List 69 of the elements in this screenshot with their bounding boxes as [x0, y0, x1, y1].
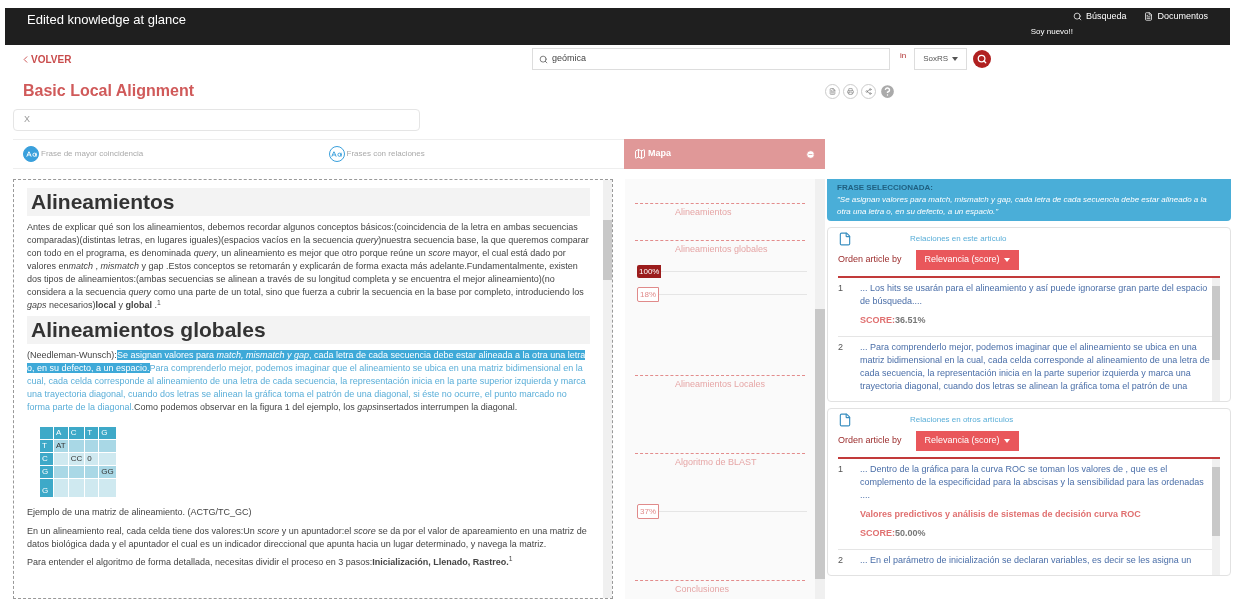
- document-icon: [1144, 12, 1154, 22]
- result-item[interactable]: 2 ... En el parámetro de inicialización se declaran variables, es decir se les asigna un: [838, 548, 1212, 575]
- scrollbar[interactable]: [1212, 458, 1220, 575]
- sort-dropdown[interactable]: Relevancia (score): [915, 430, 1019, 451]
- caret-icon: [1003, 438, 1010, 443]
- scrollbar[interactable]: [815, 179, 825, 599]
- result-number: 2: [838, 340, 844, 354]
- text-icon: [23, 146, 39, 162]
- map-section-label[interactable]: Alineamientos globales: [675, 243, 805, 257]
- paragraph: En un alineamiento real, cada celda tiene dos valores:Un score y un apuntador:el score se da por el valor de apareamiento en una matriz de datos biológica dada y el apuntador el cual es un indicador direccional que apunta hacia un lugar determinado, y navega la matriz.: [27, 524, 588, 551]
- source-article-link[interactable]: Valores predictivos y análisis de sistemas de decisión curva ROC: [860, 507, 1212, 521]
- result-number: 2: [838, 553, 844, 567]
- nav-link[interactable]: Búsqueda: [1072, 10, 1127, 24]
- result-snippet: ... En el parámetro de inicialización se declaran variables, es decir se les asigna un: [860, 553, 1193, 567]
- selected-phrase-text: "Se asignan valores para match, mismatch y gap, cada letra de cada secuencia debe estar alineado a la otra una letra o, en su defecto, a un espacio.": [837, 194, 1208, 218]
- result-snippet: ... Dentro de la gráfica para la curva ROC se toman los valores de , que es el complemento de la especificidad para la abscisas y la sensibilidad para las ordenadas ....: [860, 462, 1205, 502]
- sort-dropdown[interactable]: Relevancia (score): [915, 250, 1019, 270]
- section-heading: Alineamientos: [27, 188, 590, 216]
- text-icon: [328, 146, 345, 162]
- match-marker[interactable]: 18%: [637, 287, 659, 302]
- map-section-label[interactable]: Conclusiones: [675, 583, 805, 597]
- user-note: Soy nuevo!!: [1030, 25, 1073, 38]
- card-title: Relaciones en otros artículos: [910, 413, 1014, 426]
- scrollbar[interactable]: [603, 180, 612, 598]
- search-button[interactable]: [973, 50, 992, 68]
- result-number: 1: [838, 462, 844, 476]
- page-title: Basic Local Alignment: [23, 81, 195, 101]
- map-icon: [634, 148, 646, 160]
- match-marker[interactable]: 37%: [637, 504, 659, 519]
- matrix-cell: CC: [68, 452, 85, 466]
- scope-label: in: [900, 50, 907, 62]
- panel-label: FRASE SELECCIONADA:: [837, 182, 934, 194]
- paragraph: Para entender el algoritmo de forma detallada, necesitas dividir el proceso en 3 pasos:Inicialización, Llenado, Rastreo.$^{1}$: [27, 555, 514, 569]
- score-text: SCORE:36.51%: [860, 314, 927, 327]
- document-icon: [838, 232, 852, 246]
- match-marker[interactable]: 100%: [637, 265, 662, 278]
- result-number: 1: [838, 282, 844, 295]
- map-section-label[interactable]: Alineamientos: [675, 206, 805, 220]
- tab[interactable]: Frases con relaciones: [318, 140, 624, 168]
- search-icon: [539, 54, 548, 64]
- paragraph: Antes de explicar qué son los alineamientos, debemos recordar algunos conceptos básicos:(coincidencia de la letra en ambas secuencias comparadas)(distintas letras, en lugares iguales)(espacios vacíos en la secuencia query)nuestra secuencia base, la que queremos comparar con todo en el programa, es denominada query, un alineamiento es mejor que otro porque reúne un score mayor, el cual está dado por valores enmatch , mismatch y gap .Estos conceptos se retomarán y explicarán de forma exacta más adelante.Fundamentalmente, existen dos tipos de alineamientos:(ambas secuencias se alinean a través de su longitud completa y se encuentra el mejor alineamiento)(no considera a la secuencia query como una parte de un total, sino que fuerza a cubrir la secuencia en la base por completo, introduciendo los gaps necesarios)local y global .$^{1}$: [27, 221, 590, 312]
- score-text: SCORE:50.00%: [860, 527, 927, 540]
- paragraph: (Needleman-Wunsch):Se asignan valores para match, mismatch y gap, cada letra de cada secuencia debe estar alineada a la otra una letra o, en su defecto, a un espacio.Para comprenderlo mejor, podemos imaginar que el alineamiento se ubica en una matriz bidimensional en la cual, cada celda corresponde al alineamiento de una letra de cada secuencia, la representación inicia en la parte superior izquierda y marca una trayectoria diagonal, cuando dos letras se alinean la gráfica toma el patrón de una diagonal, si éste no ocurre, el punto marcado no forma parte de la diagonal.Como podemos observar en la figura 1 del ejemplo, los gapsinsertados interrumpen la diagonal.: [27, 349, 587, 414]
- search-field[interactable]: geómica: [532, 48, 890, 70]
- result-snippet: ... Los hits se usarán para el alineamiento y así puede ignorarse gran parte del espacio de búsqueda....: [860, 282, 1209, 308]
- tab[interactable]: Frase de mayor coincidencia: [13, 140, 319, 168]
- scrollbar[interactable]: [1212, 278, 1220, 401]
- search-icon: [977, 54, 988, 64]
- map-title: Mapa: [648, 147, 671, 161]
- brand-title: Edited knowledge at glance: [27, 11, 186, 29]
- back-link[interactable]: VOLVER: [20, 51, 532, 67]
- card-title: Relaciones en este artículo: [910, 233, 1007, 245]
- caret-icon: [1003, 258, 1010, 262]
- scope-dropdown[interactable]: SoxRS: [914, 48, 968, 70]
- nav-link[interactable]: Documentos: [1144, 10, 1208, 24]
- result-snippet: ... Para comprenderlo mejor, podemos imaginar que el alineamiento se ubica en una matriz bidimensional en la cual, cada celda corresponde al alineamiento de una letra de cada secuencia, la representación inicia en la parte superior izquierda y marca una trayectoria diagonal, cuando dos letras se alinean la gráfica toma el patrón de una: [860, 340, 1211, 393]
- help-icon[interactable]: [879, 82, 896, 100]
- result-item[interactable]: 1 ... Los hits se usarán para el alineamiento y así puede ignorarse gran parte del espacio de búsqueda.... SCORE:36.51%: [838, 278, 1212, 336]
- collapse-icon[interactable]: [806, 149, 815, 159]
- map-section-label[interactable]: Algoritmo de BLAST: [675, 456, 805, 470]
- sort-label: Orden article by: [838, 253, 902, 267]
- section-heading: Alineamientos globales: [27, 316, 590, 344]
- caret-icon: [952, 57, 959, 61]
- search-icon: [1072, 12, 1082, 22]
- figure-caption: Ejemplo de una matriz de alineamiento. (ACTG/TC_GC): [27, 506, 253, 519]
- sort-label: Orden article by: [838, 433, 902, 447]
- filter-field[interactable]: X: [13, 109, 420, 131]
- map-section-label[interactable]: Alineamientos Locales: [675, 378, 805, 392]
- document-icon: [838, 412, 852, 427]
